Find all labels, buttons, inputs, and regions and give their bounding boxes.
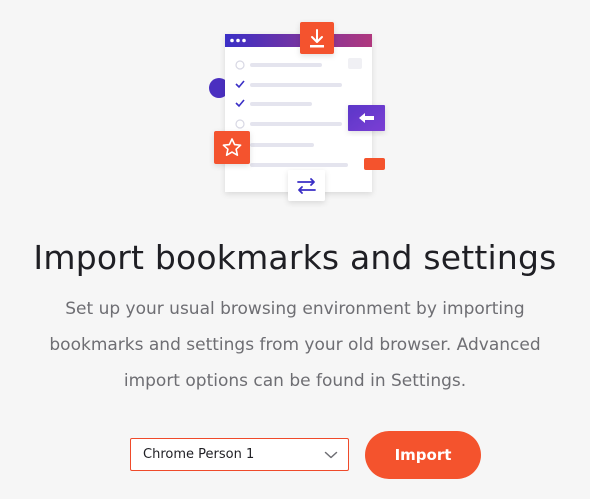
arrow-left-icon <box>348 105 385 131</box>
decor-pill <box>364 158 385 170</box>
browser-profile-select[interactable]: Chrome Person 1 <box>130 438 349 471</box>
import-illustration <box>0 0 590 215</box>
page-title: Import bookmarks and settings <box>33 238 557 277</box>
browser-profile-selected-value: Chrome Person 1 <box>143 447 255 462</box>
illustration-svg <box>209 22 385 201</box>
page-description: Set up your usual browsing environment b… <box>49 299 541 391</box>
download-icon <box>300 22 334 54</box>
import-page: Import bookmarks and settings Set up you… <box>0 0 590 499</box>
swap-arrows-icon <box>288 170 325 201</box>
star-icon <box>214 131 250 164</box>
chevron-down-icon <box>324 451 338 459</box>
import-button[interactable]: Import <box>365 431 481 479</box>
